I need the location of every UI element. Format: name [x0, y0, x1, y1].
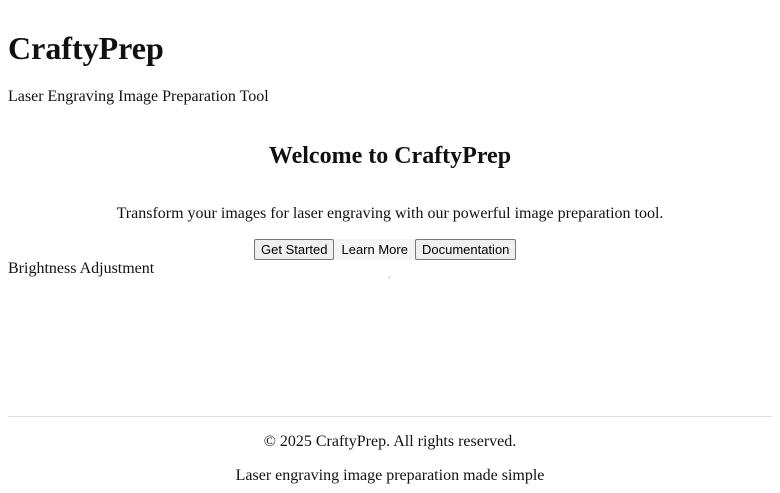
learn-more-button[interactable]: Learn More	[334, 239, 415, 260]
site-title: CraftyPrep	[8, 30, 164, 66]
footer-divider	[8, 416, 772, 417]
get-started-button[interactable]: Get Started	[254, 239, 335, 260]
hero-title: Welcome to CraftyPrep	[268, 143, 512, 169]
site-tagline: Laser Engraving Image Preparation Tool	[8, 88, 269, 105]
page: CraftyPrep Laser Engraving Image Prepara…	[0, 0, 780, 493]
hero-description: Transform your images for laser engravin…	[116, 205, 664, 222]
documentation-button[interactable]: Documentation	[414, 239, 517, 260]
footer-note: Laser engraving image preparation made s…	[235, 467, 545, 484]
hero-button-group: Get Started Learn More Documentation	[254, 239, 517, 260]
brightness-adjustment-label: Brightness Adjustment	[8, 260, 155, 277]
footer-copyright: © 2025 CraftyPrep. All rights reserved.	[263, 433, 517, 450]
loading-indicator	[388, 276, 391, 279]
